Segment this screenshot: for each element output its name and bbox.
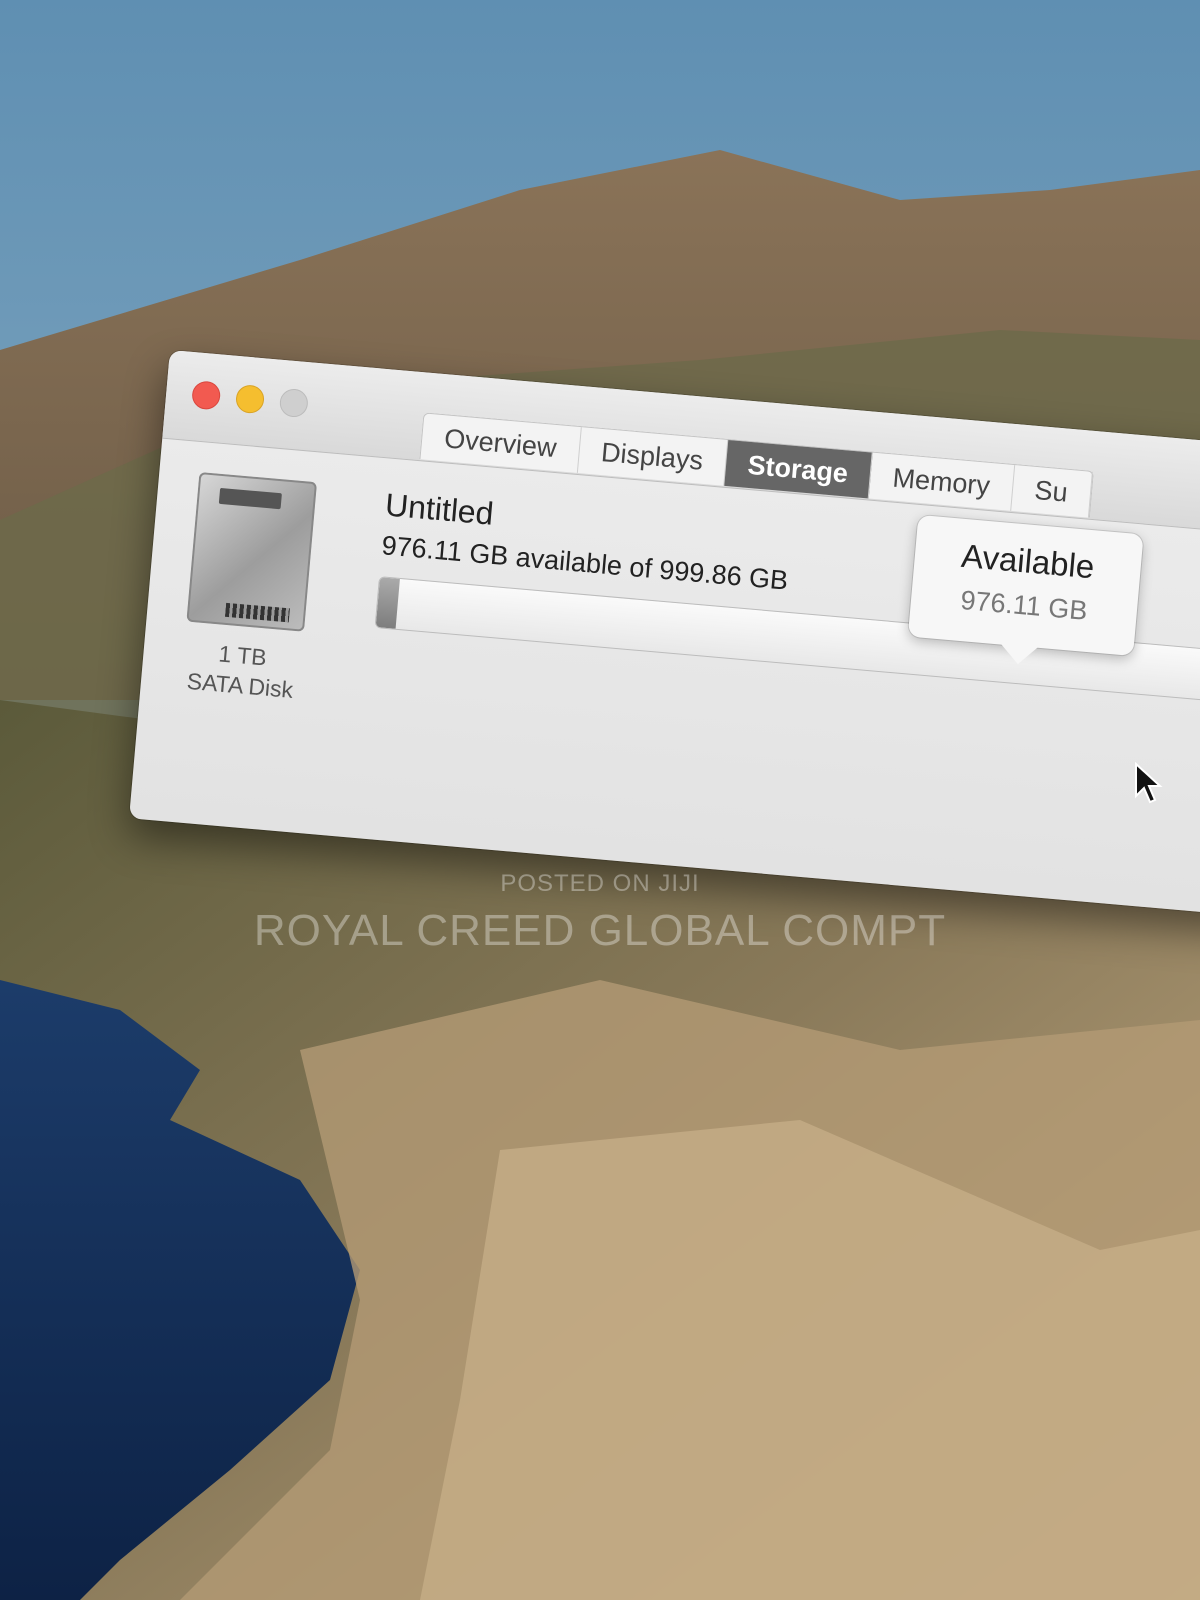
zoom-button [278,387,310,419]
hard-drive-icon [186,472,318,632]
close-button[interactable] [191,380,222,411]
mouse-pointer-icon [1135,762,1163,804]
system-info-window: Overview Displays Storage Memory Su 1 TB… [129,350,1200,916]
tab-support[interactable]: Su [1010,465,1093,518]
disk-connector [224,602,290,623]
minimize-button[interactable] [234,383,266,415]
disk-label-plate [218,487,282,510]
tooltip-arrow [997,642,1040,666]
disk-type-label: SATA Disk [185,667,295,703]
available-tooltip: Available 976.11 GB [907,514,1144,666]
watermark-line-1: POSTED ON JIJI [500,870,700,897]
tooltip-title: Available [959,536,1096,586]
volume-name: Untitled [383,486,496,532]
storage-used-segment [375,577,401,629]
watermark: POSTED ON JIJI ROYAL CREED GLOBAL COMPT [0,870,1200,956]
tooltip-value: 976.11 GB [959,584,1089,626]
watermark-line-2: ROYAL CREED GLOBAL COMPT [253,906,947,955]
